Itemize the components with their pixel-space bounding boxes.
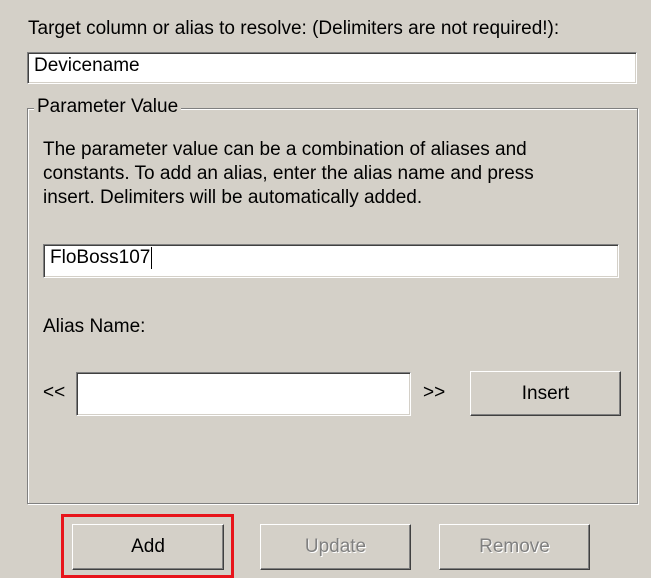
description-line: insert. Delimiters will be automatically… <box>43 187 423 208</box>
alias-name-label: Alias Name: <box>43 316 146 337</box>
update-button[interactable]: Update <box>260 524 411 570</box>
text-caret <box>151 247 153 269</box>
add-button[interactable]: Add <box>72 524 224 570</box>
insert-button[interactable]: Insert <box>470 371 621 416</box>
target-column-input[interactable]: Devicename <box>27 52 637 84</box>
description-line: constants. To add an alias, enter the al… <box>43 163 534 184</box>
parameter-value-legend: Parameter Value <box>34 96 182 118</box>
target-column-label: Target column or alias to resolve: (Deli… <box>28 18 560 39</box>
parameter-description: The parameter value can be a combination… <box>43 138 623 210</box>
previous-alias-button[interactable]: << <box>43 382 65 404</box>
parameter-value-input[interactable]: FloBoss107 <box>43 244 619 278</box>
next-alias-button[interactable]: >> <box>423 382 445 404</box>
alias-name-input[interactable] <box>76 372 411 416</box>
parameter-value-text: FloBoss107 <box>50 247 151 269</box>
description-line: The parameter value can be a combination… <box>43 139 527 160</box>
remove-button[interactable]: Remove <box>439 524 590 570</box>
